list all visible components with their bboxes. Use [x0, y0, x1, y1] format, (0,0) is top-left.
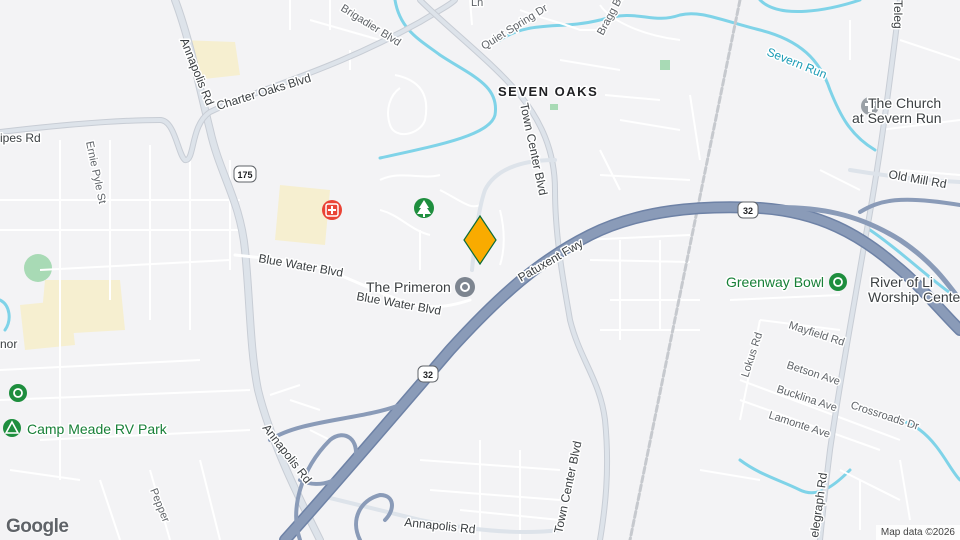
patuxent-fwy — [280, 202, 960, 540]
poi-church-label-1: The Church — [868, 95, 941, 111]
railroad — [628, 0, 742, 540]
road-label-pepper: Pepper — [147, 487, 172, 525]
route-shield-32-east-text: 32 — [743, 206, 753, 216]
marker-diamond-icon — [463, 214, 497, 266]
road-label-brigadier: Brigadier Blvd — [338, 2, 402, 48]
road-label-lokus: Lokus Rd — [739, 331, 765, 379]
water-label-severn-run: Severn Run — [765, 45, 829, 82]
poi-church-label-2: at Severn Run — [852, 110, 942, 126]
map-base: 175 32 32 Brigadier Blvd Quiet Spring Dr… — [0, 0, 960, 540]
stream — [378, 0, 497, 160]
interchange-ramp — [354, 493, 394, 540]
road-label-town-center-top: Town Center Blvd — [517, 102, 550, 197]
charter-oaks-casing — [0, 0, 458, 163]
poi-primeron-label: The Primeron — [366, 279, 451, 295]
patuxent-fwy-casing — [279, 201, 960, 540]
poi-river-label-1: River of Li — [870, 274, 933, 290]
park-area — [660, 60, 670, 70]
road-label-bucklina: Bucklina Ave — [775, 383, 838, 414]
route-shield-175: 175 — [233, 165, 257, 183]
poi-greenway-label: Greenway Bowl — [726, 274, 824, 290]
road-label-charter-oaks: Charter Oaks Blvd — [215, 71, 313, 113]
road-label-betson: Betson Ave — [785, 359, 841, 388]
freeways — [268, 197, 960, 540]
road-label-mayfield: Mayfield Rd — [787, 319, 846, 348]
park-pin-icon — [9, 384, 27, 402]
charter-oaks-blvd — [0, 0, 457, 162]
stream — [738, 458, 852, 495]
location-marker[interactable] — [463, 214, 497, 266]
road-label-telegraph-top: Teleg — [891, 0, 905, 29]
poi-greenway-bowl[interactable]: Greenway Bowl — [725, 273, 847, 292]
road-label-nor: nor — [0, 337, 17, 351]
route-shield-175-text: 175 — [237, 170, 252, 180]
route-shield-32-east: 32 — [737, 201, 759, 219]
road-label-blue-water-left: Blue Water Blvd — [257, 251, 344, 280]
poi-church[interactable]: The Church at Severn Run — [851, 94, 944, 128]
map-canvas[interactable]: 175 32 32 Brigadier Blvd Quiet Spring Dr… — [0, 0, 960, 540]
severn-run-stream — [498, 12, 877, 152]
road-label-town-center-bottom: Town Center Blvd — [551, 440, 584, 535]
route-shield-32-west-text: 32 — [423, 370, 433, 380]
place-pin-icon — [455, 277, 475, 297]
road-label-annapolis-bottom: Annapolis Rd — [404, 515, 476, 536]
poi-primeron[interactable]: The Primeron — [365, 277, 475, 297]
map-attribution[interactable]: Map data ©2026 — [875, 525, 960, 540]
route-shield-32-west: 32 — [417, 365, 439, 383]
google-logo: Google — [6, 516, 69, 537]
park-area — [550, 104, 558, 110]
road-label-ernie-pyle: Ernie Pyle St — [83, 140, 108, 205]
poi-camp-meade[interactable]: Camp Meade RV Park — [3, 384, 169, 439]
park-pin-icon — [829, 273, 847, 291]
neighborhood-label: SEVEN OAKS — [498, 84, 598, 99]
road-label-ln: Ln — [471, 0, 483, 9]
poi-river-label-2: Worship Cente — [868, 289, 960, 305]
freeway-ramp — [858, 197, 960, 214]
stream — [758, 0, 862, 13]
telegraph-rd — [818, 0, 902, 540]
urban-area — [275, 185, 330, 245]
poi-park-tree[interactable] — [414, 198, 434, 218]
road-label-lamonte: Lamonte Ave — [767, 409, 832, 440]
urban-area — [20, 300, 75, 350]
poi-hospital[interactable] — [322, 200, 342, 220]
poi-camp-meade-label: Camp Meade RV Park — [27, 421, 168, 437]
road-label-crossroads: Crossroads Dr — [849, 399, 920, 432]
road-label-pipes: ipes Rd — [0, 131, 41, 145]
road-label-patuxent: Patuxent Fwy — [516, 236, 586, 284]
stream — [0, 298, 11, 332]
park-area — [24, 254, 52, 282]
